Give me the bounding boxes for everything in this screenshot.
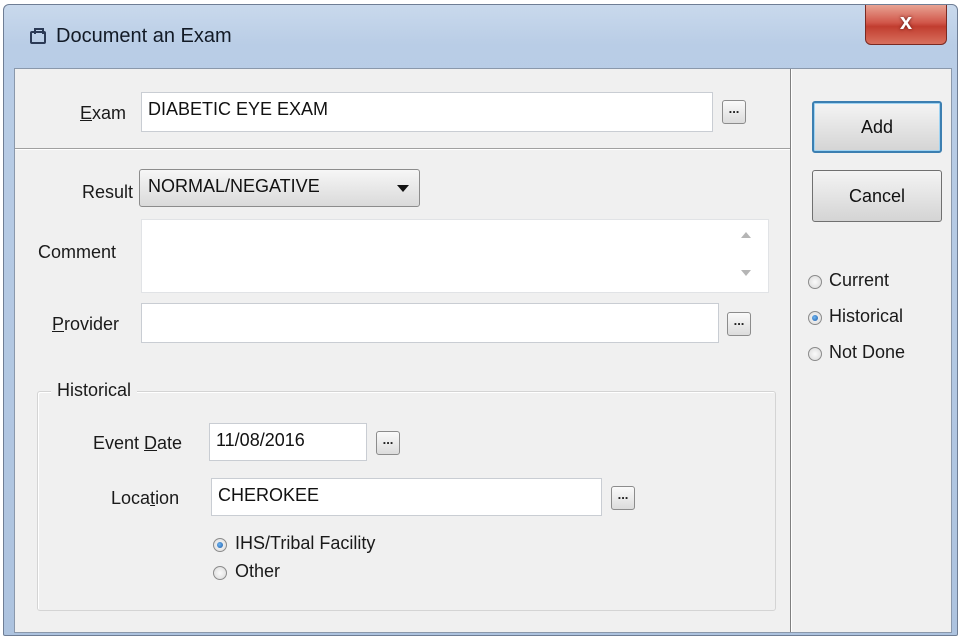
comment-textarea[interactable]: [141, 219, 769, 293]
dialog-client-area: Exam DIABETIC EYE EXAM ... Result NORMAL…: [14, 68, 952, 633]
historical-label: Historical: [829, 306, 904, 326]
separator: [15, 148, 791, 150]
window-title: Document an Exam: [56, 25, 232, 47]
ihs-tribal-facility-label: IHS/Tribal Facility: [235, 533, 376, 553]
chevron-down-icon: [397, 185, 409, 192]
exam-field[interactable]: DIABETIC EYE EXAM: [141, 92, 713, 132]
document-exam-dialog: Document an Exam x Exam DIABETIC EYE EXA…: [3, 4, 958, 636]
close-button[interactable]: x: [865, 5, 947, 45]
event-date-label: Event Date: [93, 433, 183, 453]
scroll-down-icon[interactable]: [741, 270, 751, 276]
provider-field[interactable]: [141, 303, 719, 343]
spacer: [15, 359, 791, 361]
event-date-field[interactable]: 11/08/2016: [209, 423, 367, 461]
close-icon: x: [899, 9, 913, 34]
current-radio[interactable]: [808, 275, 822, 289]
other-label: Other: [235, 561, 281, 581]
provider-browse-button[interactable]: ...: [727, 312, 751, 336]
exam-label: Exam: [80, 103, 127, 123]
location-browse-button[interactable]: ...: [611, 486, 635, 510]
comment-label: Comment: [38, 242, 117, 262]
vertical-separator: [790, 69, 792, 632]
scroll-up-icon[interactable]: [741, 232, 751, 238]
event-date-browse-button[interactable]: ...: [376, 431, 400, 455]
location-label: Location: [111, 488, 180, 508]
result-selected-value: NORMAL/NEGATIVE: [148, 176, 320, 196]
not-done-radio[interactable]: [808, 347, 822, 361]
title-bar[interactable]: Document an Exam x: [4, 5, 957, 67]
historical-group-title: Historical: [51, 380, 138, 401]
window-icon: [30, 28, 46, 44]
provider-label: Provider: [52, 314, 120, 334]
add-button[interactable]: Add: [812, 101, 942, 153]
location-field[interactable]: CHEROKEE: [211, 478, 602, 516]
exam-browse-button[interactable]: ...: [722, 100, 746, 124]
not-done-label: Not Done: [829, 342, 906, 362]
cancel-button[interactable]: Cancel: [812, 170, 942, 222]
other-radio[interactable]: [213, 566, 227, 580]
historical-radio[interactable]: [808, 311, 822, 325]
ihs-tribal-facility-radio[interactable]: [213, 538, 227, 552]
current-label: Current: [829, 270, 890, 290]
result-dropdown[interactable]: NORMAL/NEGATIVE: [139, 169, 420, 207]
result-label: Result: [82, 182, 134, 202]
